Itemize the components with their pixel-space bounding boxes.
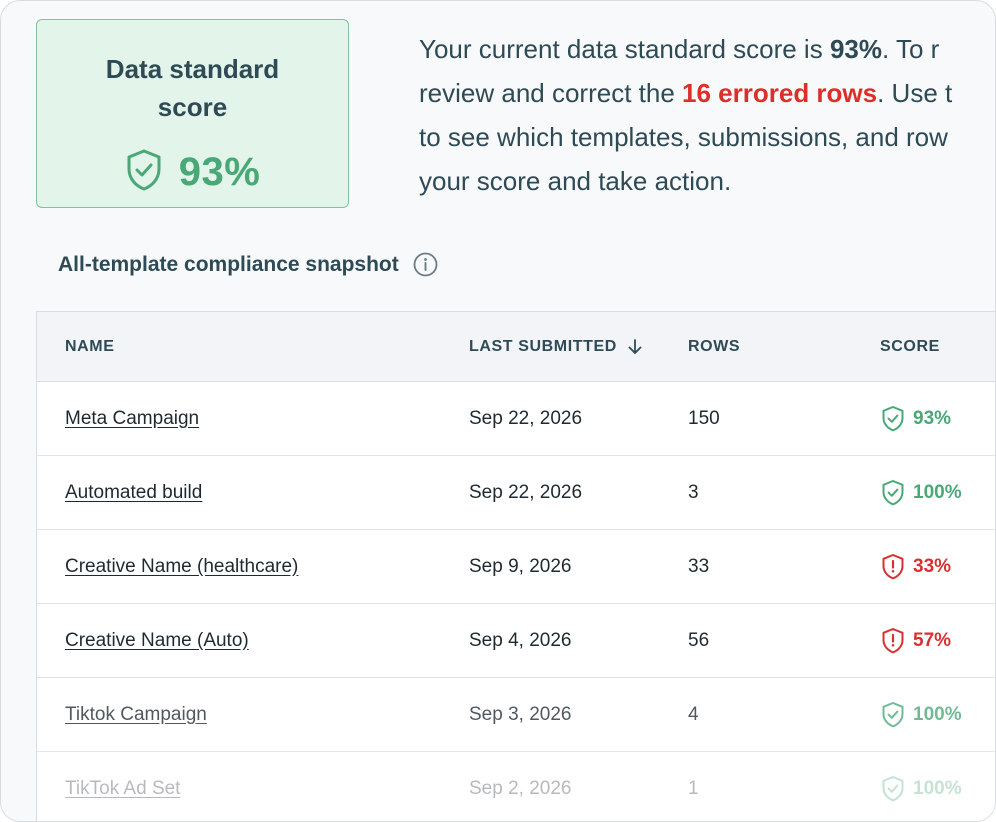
score-cell: 33%	[881, 530, 951, 603]
snapshot-title: All-template compliance snapshot	[58, 252, 399, 276]
arrow-down-icon	[627, 338, 643, 356]
score-value: 93%	[913, 407, 952, 429]
last-submitted-cell: Sep 4, 2026	[469, 629, 572, 651]
table-row[interactable]: Meta Campaign Sep 22, 2026 150 93%	[37, 382, 995, 456]
template-name-link[interactable]: Tiktok Campaign	[65, 704, 207, 726]
column-header-name[interactable]: NAME	[65, 312, 115, 381]
last-submitted-cell: Sep 2, 2026	[469, 777, 572, 799]
score-value: 93%	[178, 149, 261, 194]
errored-rows-count: 16 errored rows	[682, 78, 878, 108]
column-header-rows[interactable]: ROWS	[688, 312, 740, 381]
rows-count-cell: 56	[688, 629, 710, 651]
template-name-link[interactable]: TikTok Ad Set	[65, 778, 180, 800]
summary-line-1: Your current data standard score is 93%.…	[419, 34, 940, 64]
score-value: 33%	[913, 555, 952, 577]
template-name-cell: Tiktok Campaign	[65, 678, 207, 751]
score-value: 100%	[913, 777, 962, 799]
summary-line-4: your score and take action.	[419, 166, 732, 196]
summary-score: 93%	[829, 34, 882, 64]
score-cell: 100%	[881, 678, 962, 751]
template-name-link[interactable]: Meta Campaign	[65, 408, 199, 430]
table-row[interactable]: Creative Name (healthcare) Sep 9, 2026 33 3…	[37, 530, 995, 604]
score-value: 100%	[913, 703, 962, 725]
score-cell: 100%	[881, 456, 962, 529]
shield-check-icon	[881, 405, 905, 432]
rows-count-cell: 4	[688, 703, 699, 725]
table-body: Meta Campaign Sep 22, 2026 150 93% Automated…	[37, 382, 995, 821]
template-name-cell: Creative Name (healthcare)	[65, 530, 298, 603]
compliance-table: NAME LAST SUBMITTED ROWS SCORE Meta Camp…	[36, 311, 995, 821]
summary-line-2: review and correct the 16 errored rows. …	[419, 78, 953, 108]
template-name-link[interactable]: Automated build	[65, 482, 202, 504]
last-submitted-cell: Sep 3, 2026	[469, 703, 572, 725]
template-name-link[interactable]: Creative Name (healthcare)	[65, 556, 298, 578]
score-card: Data standard score 93%	[36, 19, 349, 208]
shield-check-icon	[125, 148, 163, 197]
score-cell: 57%	[881, 604, 951, 677]
rows-count-cell: 1	[688, 777, 699, 799]
shield-alert-icon	[881, 627, 905, 654]
score-value: 100%	[913, 481, 962, 503]
snapshot-heading: All-template compliance snapshot	[58, 252, 438, 277]
table-row[interactable]: Tiktok Campaign Sep 3, 2026 4 100%	[37, 678, 995, 752]
score-card-title: Data standard score	[105, 54, 280, 122]
rows-count-cell: 150	[688, 407, 720, 429]
table-row[interactable]: Automated build Sep 22, 2026 3 100%	[37, 456, 995, 530]
shield-check-icon	[881, 775, 905, 802]
last-submitted-cell: Sep 22, 2026	[469, 481, 583, 503]
shield-check-icon	[881, 701, 905, 728]
table-row[interactable]: Creative Name (Auto) Sep 4, 2026 56 57%	[37, 604, 995, 678]
last-submitted-cell: Sep 22, 2026	[469, 407, 583, 429]
template-name-cell: Creative Name (Auto)	[65, 604, 249, 677]
rows-count-cell: 3	[688, 481, 699, 503]
dashboard-panel: Data standard score 93% Your current dat…	[0, 0, 996, 822]
score-value-row: 93%	[37, 148, 348, 196]
last-submitted-cell: Sep 9, 2026	[469, 555, 572, 577]
summary-line-3: to see which templates, submissions, and…	[419, 122, 948, 152]
column-header-last-submitted[interactable]: LAST SUBMITTED	[469, 312, 643, 381]
template-name-cell: Meta Campaign	[65, 382, 199, 455]
shield-check-icon	[881, 479, 905, 506]
score-cell: 93%	[881, 382, 951, 455]
template-name-cell: Automated build	[65, 456, 202, 529]
template-name-link[interactable]: Creative Name (Auto)	[65, 630, 249, 652]
template-name-cell: TikTok Ad Set	[65, 752, 180, 821]
info-icon[interactable]	[413, 252, 438, 277]
table-row[interactable]: TikTok Ad Set Sep 2, 2026 1 100%	[37, 752, 995, 821]
score-value: 57%	[913, 629, 952, 651]
score-cell: 100%	[881, 752, 962, 821]
shield-alert-icon	[881, 553, 905, 580]
rows-count-cell: 33	[688, 555, 710, 577]
column-header-score[interactable]: SCORE	[880, 312, 940, 381]
score-summary: Your current data standard score is 93%.…	[419, 27, 995, 203]
table-header: NAME LAST SUBMITTED ROWS SCORE	[37, 312, 995, 382]
